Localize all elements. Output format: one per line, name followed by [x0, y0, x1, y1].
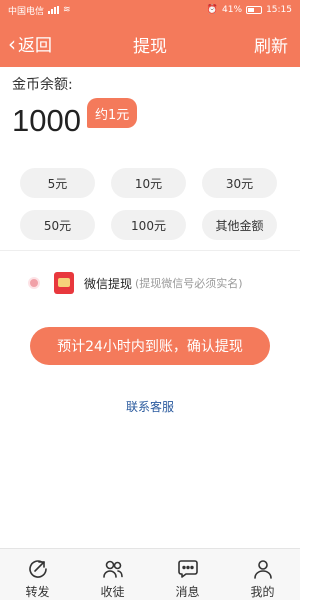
wifi-icon: ≋: [63, 5, 71, 15]
share-icon: [28, 560, 47, 578]
red-packet-icon: [54, 272, 74, 294]
tab-messages[interactable]: 消息: [150, 549, 225, 600]
payment-method-note: (提现微信号必须实名): [135, 277, 243, 290]
amount-option-100[interactable]: 100元: [111, 210, 186, 240]
status-right: ⏰ 41% 15:15: [207, 5, 292, 15]
amount-option-30[interactable]: 30元: [202, 168, 277, 198]
amount-option-50[interactable]: 50元: [20, 210, 95, 240]
users-icon: [102, 560, 123, 578]
balance-label: 金币余额:: [12, 77, 73, 93]
tab-recruit-label: 收徒: [100, 585, 125, 599]
bottom-tab-bar: 转发 收徒 消息 我的: [0, 548, 300, 600]
balance-approx-badge: 约1元: [87, 98, 138, 128]
tab-share-label: 转发: [25, 585, 50, 599]
amount-option-5[interactable]: 5元: [20, 168, 95, 198]
amount-options: 5元 10元 30元 50元 100元 其他金额: [20, 168, 278, 240]
refresh-button[interactable]: 刷新: [254, 32, 288, 57]
signal-icon: [48, 6, 60, 14]
tab-messages-label: 消息: [175, 585, 200, 599]
carrier-text: 中国电信: [8, 6, 45, 17]
amount-option-other[interactable]: 其他金额: [202, 210, 277, 240]
time-text: 15:15: [266, 5, 292, 15]
user-icon: [253, 560, 272, 579]
tab-recruit[interactable]: 收徒: [75, 549, 150, 600]
tab-share[interactable]: 转发: [0, 549, 75, 600]
alarm-icon: ⏰: [206, 5, 219, 15]
nav-bar: ‹ 返回 提现 刷新: [0, 20, 300, 67]
battery-text: 41%: [222, 5, 243, 15]
payment-method-row[interactable]: 微信提现 (提现微信号必须实名): [28, 272, 243, 294]
balance-amount: 1000: [12, 103, 81, 138]
tab-mine-label: 我的: [250, 585, 275, 599]
confirm-withdraw-button[interactable]: 预计24小时内到账，确认提现: [30, 327, 270, 365]
divider: [0, 250, 300, 251]
battery-icon: [246, 6, 263, 14]
amount-option-10[interactable]: 10元: [111, 168, 186, 198]
contact-support-link[interactable]: 联系客服: [0, 398, 300, 415]
message-icon: [177, 560, 198, 578]
tab-mine[interactable]: 我的: [225, 549, 300, 600]
payment-method-label: 微信提现: [84, 276, 133, 291]
status-left: 中国电信 ≋: [8, 4, 71, 17]
radio-selected[interactable]: [28, 277, 40, 289]
status-bar: 中国电信 ≋ ⏰ 41% 15:15: [0, 0, 300, 20]
